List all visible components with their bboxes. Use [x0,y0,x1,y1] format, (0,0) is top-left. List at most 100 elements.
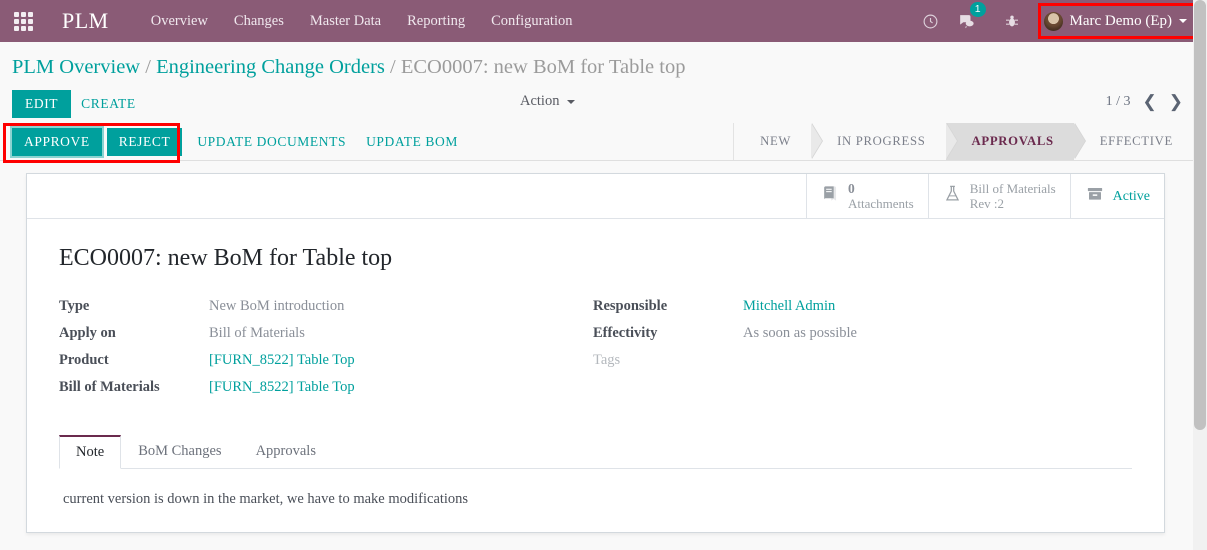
main-menu: Overview Changes Master Data Reporting C… [149,9,575,34]
pager: 1 / 3 ❮ ❯ [1105,93,1183,110]
navbar-right-tools: 1 Marc Demo (Ep) [922,1,1201,34]
field-row-product: Product [FURN_8522] Table Top [59,352,593,369]
stat-button-attachments[interactable]: 0 Attachments [806,174,928,218]
field-row-type: Type New BoM introduction [59,298,593,315]
stat-attachments-label: Attachments [848,196,914,211]
pager-value: 1 / 3 [1105,94,1131,109]
status-stage-label: NEW [760,134,792,148]
user-menu[interactable]: Marc Demo (Ep) [1038,9,1193,34]
field-label-type: Type [59,298,90,314]
breadcrumb-current-record: ECO0007: new BoM for Table top [400,56,686,78]
reject-button[interactable]: REJECT [106,127,183,156]
tab-bom-changes[interactable]: BoM Changes [121,435,238,469]
stat-bom-text: Bill of Materials Rev :2 [970,181,1056,211]
field-value-apply-on: Bill of Materials [209,325,305,341]
stat-attachments-value: 0 [848,181,855,196]
status-stage-label: IN PROGRESS [837,134,926,148]
sheet-body: ECO0007: new BoM for Table top Type New … [27,219,1164,530]
field-row-effectivity: Effectivity As soon as possible [593,325,1127,342]
field-group-left: Type New BoM introduction Apply on Bill … [59,298,593,406]
field-value-effectivity: As soon as possible [743,325,857,341]
field-row-tags: Tags [593,352,1127,369]
field-label-bill-of-materials: Bill of Materials [59,379,160,395]
field-value-type: New BoM introduction [209,298,345,314]
status-stage-label: APPROVALS [971,134,1054,148]
odoo-plm-form-view: PLM Overview Changes Master Data Reporti… [0,0,1207,550]
stat-button-bill-of-materials[interactable]: Bill of Materials Rev :2 [927,174,1070,218]
approve-button[interactable]: APPROVE [12,127,102,156]
archive-box-icon [1085,185,1105,208]
status-stage-approvals[interactable]: APPROVALS [945,123,1086,160]
status-bar: NEW IN PROGRESS APPROVALS EFFECTIVE [733,123,1193,160]
menu-item-overview[interactable]: Overview [149,9,210,34]
book-icon [821,184,840,208]
status-stage-new[interactable]: NEW [734,123,824,160]
avatar [1043,11,1063,31]
form-sheet-wrapper: 0 Attachments Bill of Materials Rev :2 A… [0,161,1207,533]
page-scrollbar[interactable] [1193,0,1207,550]
breadcrumb-separator-1: / [145,56,151,78]
form-sheet: 0 Attachments Bill of Materials Rev :2 A… [26,173,1165,533]
app-brand-plm[interactable]: PLM [62,8,109,34]
messages-count-badge: 1 [969,1,986,17]
update-documents-button[interactable]: UPDATE DOCUMENTS [187,128,356,156]
menu-item-changes[interactable]: Changes [232,9,286,34]
apps-grid-glyph [13,11,33,31]
note-tab-content[interactable]: current version is down in the market, w… [59,469,1132,530]
field-value-bill-of-materials[interactable]: [FURN_8522] Table Top [209,379,355,396]
update-bom-button[interactable]: UPDATE BOM [356,128,468,156]
stat-button-active[interactable]: Active [1069,174,1164,218]
field-value-responsible[interactable]: Mitchell Admin [743,298,835,315]
create-button[interactable]: CREATE [71,90,146,118]
stat-bom-line1: Bill of Materials [969,181,1056,196]
stat-attachments-text: 0 Attachments [848,181,914,211]
menu-item-master-data[interactable]: Master Data [308,9,383,34]
page-scrollbar-thumb[interactable] [1194,0,1206,430]
control-panel: EDIT CREATE Action 1 / 3 ❮ ❯ [0,85,1207,123]
menu-item-configuration[interactable]: Configuration [489,9,574,34]
field-groups: Type New BoM introduction Apply on Bill … [59,298,1132,406]
action-dropdown-label: Action [520,93,560,109]
breadcrumb-item-engineering-change-orders[interactable]: Engineering Change Orders [156,56,385,78]
status-stage-label: EFFECTIVE [1099,134,1173,148]
field-label-responsible: Responsible [593,298,668,314]
action-button-bar: APPROVE REJECT UPDATE DOCUMENTS UPDATE B… [0,123,1207,163]
user-menu-label: Marc Demo (Ep) [1069,12,1172,29]
chevron-down-icon [567,99,576,104]
stat-active-label: Active [1112,189,1150,204]
menu-item-reporting[interactable]: Reporting [405,9,467,34]
stat-active-text: Active [1113,188,1150,204]
chevron-left-icon[interactable]: ❮ [1143,93,1157,110]
field-label-apply-on: Apply on [59,325,116,341]
field-row-bill-of-materials: Bill of Materials [FURN_8522] Table Top [59,379,593,396]
breadcrumb-separator-2: / [390,56,396,78]
status-stage-in-progress[interactable]: IN PROGRESS [811,123,958,160]
clock-icon[interactable] [922,13,939,30]
page-title: ECO0007: new BoM for Table top [59,245,393,271]
breadcrumb: PLM Overview / Engineering Change Orders… [0,42,1207,85]
bug-icon[interactable] [1004,13,1020,29]
notebook: Note BoM Changes Approvals current versi… [59,434,1132,530]
tab-note[interactable]: Note [59,435,122,469]
field-row-apply-on: Apply on Bill of Materials [59,325,593,342]
action-dropdown[interactable]: Action [520,93,576,110]
edit-button[interactable]: EDIT [12,90,72,118]
messages-button[interactable]: 1 [957,1,986,31]
status-stage-effective[interactable]: EFFECTIVE [1074,123,1193,160]
chevron-right-icon[interactable]: ❯ [1169,93,1183,110]
flask-icon [943,183,962,209]
field-label-tags: Tags [593,352,621,368]
field-group-right: Responsible Mitchell Admin Effectivity A… [593,298,1127,406]
stat-bom-line2: Rev :2 [969,196,1005,211]
chevron-down-icon [1179,19,1187,23]
breadcrumb-item-plm-overview[interactable]: PLM Overview [12,56,140,78]
apps-grid-icon[interactable] [0,11,46,31]
stat-button-row: 0 Attachments Bill of Materials Rev :2 A… [27,174,1164,219]
top-navbar: PLM Overview Changes Master Data Reporti… [0,0,1207,42]
notebook-tabs: Note BoM Changes Approvals [59,434,1132,469]
field-row-responsible: Responsible Mitchell Admin [593,298,1127,315]
field-value-product[interactable]: [FURN_8522] Table Top [209,352,355,369]
tab-approvals[interactable]: Approvals [239,435,333,469]
field-label-product: Product [59,352,109,368]
field-label-effectivity: Effectivity [593,325,658,341]
